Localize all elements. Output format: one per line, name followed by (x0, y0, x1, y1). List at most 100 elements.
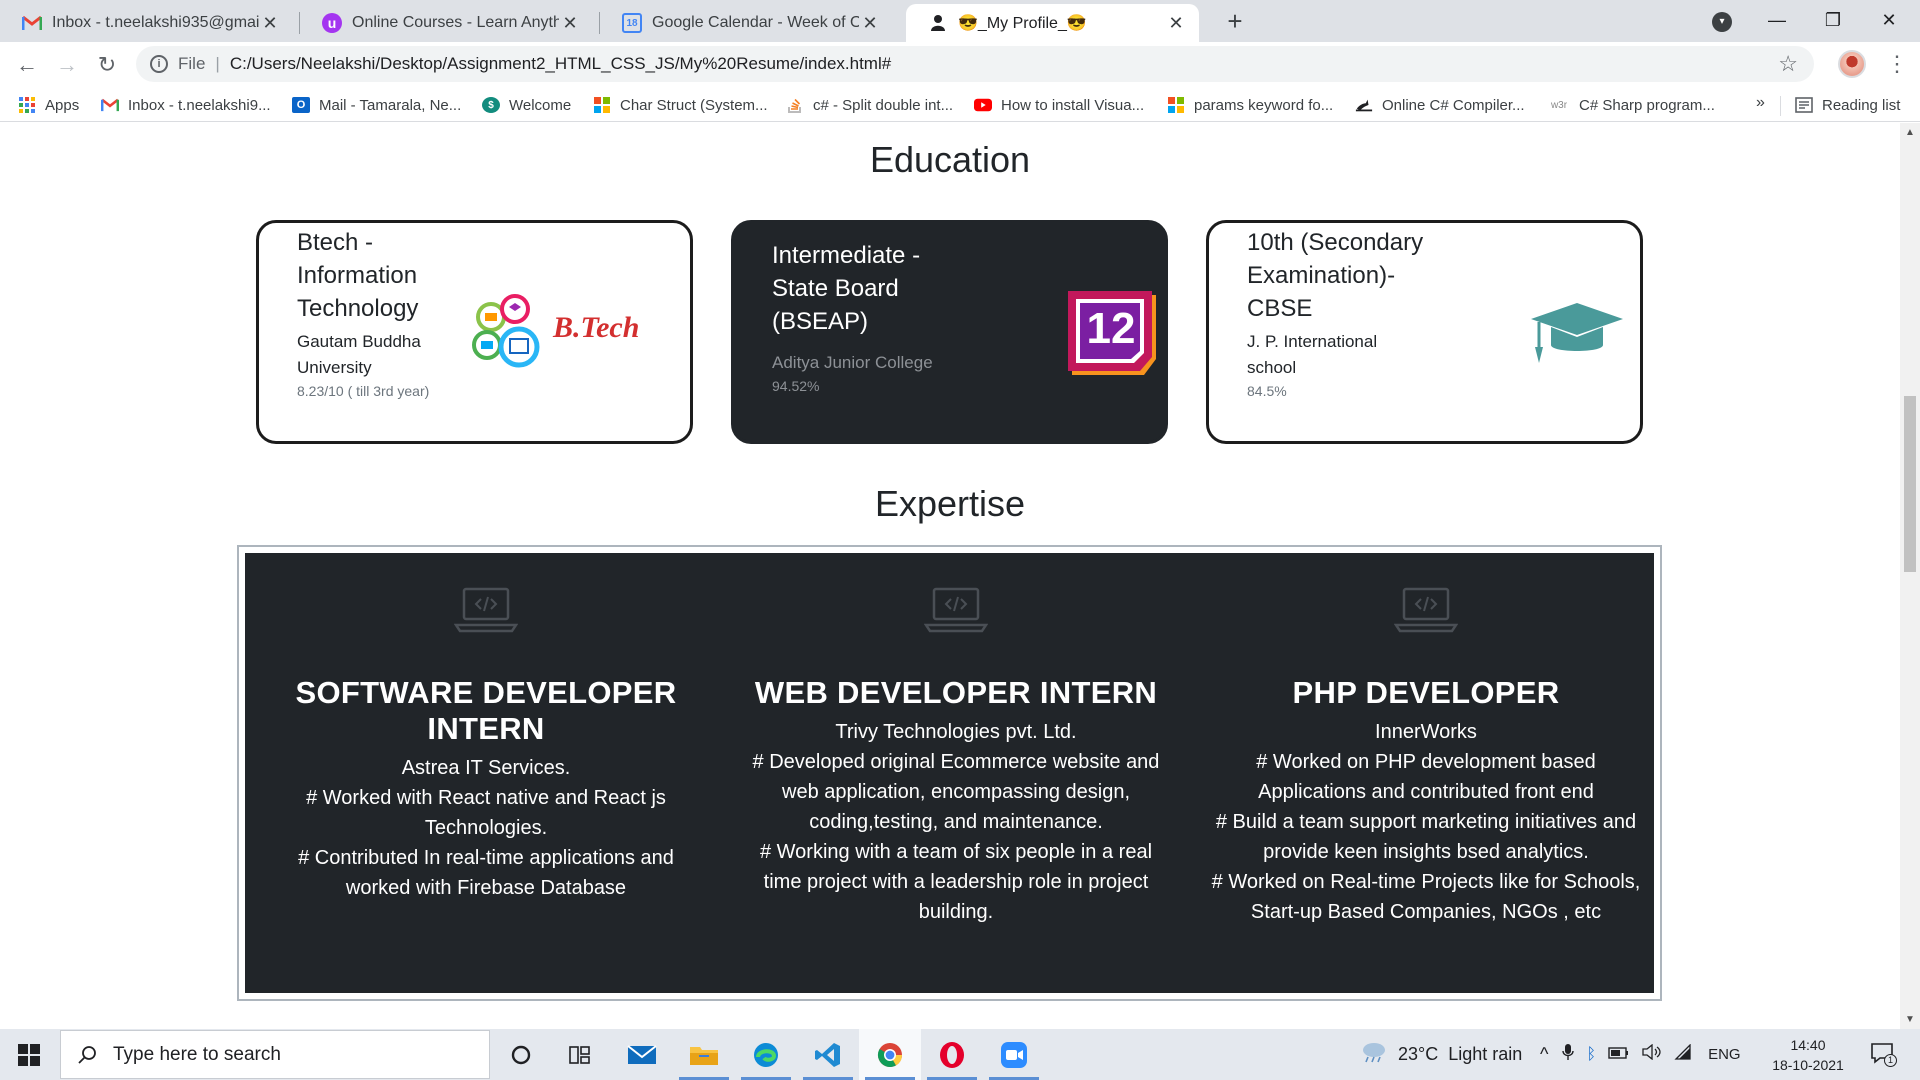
mail-app-icon[interactable] (611, 1029, 673, 1080)
windows-taskbar: Type here to search 23°C Light rain ^ ᛒ (0, 1029, 1920, 1080)
system-tray-icons: ^ ᛒ ENG (1540, 1029, 1741, 1080)
tab-calendar[interactable]: 18 Google Calendar - Week of Octob ✕ (600, 4, 893, 42)
laptop-code-icon (1393, 585, 1459, 635)
back-button[interactable]: ← (12, 50, 42, 80)
file-explorer-icon[interactable] (673, 1029, 735, 1080)
weather-text: 23°C Light rain (1398, 1044, 1523, 1064)
bookmark-params[interactable]: params keyword fo... (1167, 94, 1333, 116)
bookmark-mail[interactable]: O Mail - Tamarala, Ne... (292, 94, 461, 116)
gmail-icon (101, 97, 119, 113)
language-indicator[interactable]: ENG (1708, 1046, 1741, 1063)
windows-start-icon[interactable] (18, 1044, 40, 1066)
menu-kebab-icon[interactable]: ⋮ (1886, 50, 1908, 78)
reading-list-icon (1795, 97, 1813, 113)
bookmark-inbox[interactable]: Inbox - t.neelakshi9... (101, 94, 271, 116)
chrome-icon[interactable] (859, 1029, 921, 1080)
scrollbar-thumb[interactable] (1904, 396, 1916, 572)
expertise-point: # Developed original Ecommerce website a… (752, 751, 1160, 833)
notification-center-icon[interactable]: 1 (1870, 1041, 1897, 1067)
wifi-icon[interactable] (1674, 1043, 1692, 1065)
battery-icon[interactable] (1608, 1044, 1630, 1065)
expertise-description: InnerWorks # Worked on PHP development b… (1211, 717, 1641, 927)
tab-gmail[interactable]: Inbox - t.neelakshi935@gmail.co ✕ (0, 4, 293, 42)
bookmark-welcome[interactable]: $ Welcome (482, 94, 571, 116)
close-icon[interactable]: ✕ (1165, 13, 1187, 34)
laptop-code-icon (923, 585, 989, 635)
expertise-heading: Expertise (874, 483, 1026, 524)
tab-title: 😎_My Profile_😎 (958, 15, 1087, 32)
bookmark-stackoverflow[interactable]: c# - Split double int... (786, 94, 953, 116)
info-icon[interactable]: i (150, 55, 168, 73)
weather-widget[interactable]: 23°C Light rain (1360, 1029, 1522, 1080)
microsoft-icon (1167, 97, 1185, 113)
education-institution: Aditya Junior College (772, 353, 933, 372)
microphone-icon[interactable] (1562, 1043, 1575, 1066)
vscode-icon[interactable] (797, 1029, 859, 1080)
education-institution: J. P. International school (1247, 332, 1378, 377)
bookmarks-divider (1780, 96, 1781, 116)
profile-avatar[interactable] (1838, 50, 1866, 78)
bookmark-label: Inbox - t.neelakshi9... (128, 96, 271, 114)
expertise-panel-inner: SOFTWARE DEVELOPER INTERN Astrea IT Serv… (245, 553, 1654, 993)
minimize-button[interactable]: — (1750, 0, 1804, 42)
expertise-title: WEB DEVELOPER INTERN (754, 675, 1158, 710)
cortana-icon[interactable] (490, 1029, 552, 1080)
new-tab-button[interactable]: + (1222, 6, 1248, 36)
welcome-icon: $ (482, 97, 500, 113)
tab-title: Inbox - t.neelakshi935@gmail.co (52, 14, 259, 31)
education-institution: Gautam Buddha University (297, 332, 421, 377)
show-hidden-icons-chevron-icon[interactable]: ^ (1540, 1044, 1548, 1065)
browser-toolbar: ← → ↻ i File | C:/Users/Neelakshi/Deskto… (0, 42, 1920, 88)
w3resource-icon: w3r (1550, 99, 1568, 111)
opera-icon[interactable] (921, 1029, 983, 1080)
zoom-icon[interactable] (983, 1029, 1045, 1080)
bookmark-apps[interactable]: Apps (18, 94, 79, 116)
bookmark-label: Apps (45, 96, 80, 114)
youtube-icon (974, 97, 992, 113)
grade-12-badge-text: 12 (1086, 304, 1136, 353)
bookmark-label: How to install Visua... (1001, 96, 1145, 114)
weather-cloud-rain-icon (1360, 1041, 1388, 1068)
reading-list-button[interactable]: Reading list (1795, 94, 1900, 116)
bookmark-label: Char Struct (System... (620, 96, 768, 114)
tab-udemy[interactable]: u Online Courses - Learn Anything, ✕ (300, 4, 593, 42)
address-bar[interactable]: i File | C:/Users/Neelakshi/Desktop/Assi… (136, 46, 1814, 82)
laptop-code-icon (453, 585, 519, 635)
reload-button[interactable]: ↻ (92, 50, 122, 80)
bookmark-youtube[interactable]: How to install Visua... (974, 94, 1144, 116)
close-icon[interactable]: ✕ (559, 13, 581, 34)
expertise-description: Trivy Technologies pvt. Ltd. # Developed… (741, 717, 1171, 927)
bookmark-star-icon[interactable]: ☆ (1778, 51, 1798, 77)
restore-button[interactable]: ❐ (1806, 0, 1860, 42)
close-icon[interactable]: ✕ (859, 13, 881, 34)
forward-button[interactable]: → (52, 50, 82, 80)
address-divider: | (215, 54, 220, 73)
notification-count-badge: 1 (1884, 1054, 1897, 1067)
outlook-icon: O (292, 97, 310, 113)
expertise-point: # Worked on Real-time Projects like for … (1211, 871, 1641, 923)
compiler-icon (1355, 97, 1373, 113)
tab-search-icon[interactable]: ▾ (1712, 12, 1732, 32)
microsoft-icon (593, 97, 611, 113)
close-icon[interactable]: ✕ (259, 13, 281, 34)
page-scrollbar[interactable]: ▲ ▼ (1900, 123, 1920, 1029)
tab-my-profile[interactable]: 😎_My Profile_😎 ✕ (906, 4, 1199, 42)
bookmark-compiler[interactable]: Online C# Compiler... (1355, 94, 1525, 116)
bookmarks-overflow-button[interactable]: » (1756, 94, 1765, 112)
scroll-down-arrow-icon[interactable]: ▼ (1905, 1014, 1915, 1025)
edge-browser-icon[interactable] (735, 1029, 797, 1080)
scroll-up-arrow-icon[interactable]: ▲ (1905, 127, 1915, 138)
bluetooth-icon[interactable]: ᛒ (1586, 1046, 1596, 1064)
address-url[interactable]: C:/Users/Neelakshi/Desktop/Assignment2_H… (230, 54, 891, 74)
bookmark-label: params keyword fo... (1194, 96, 1334, 114)
taskbar-search-box[interactable]: Type here to search (60, 1030, 490, 1079)
close-window-button[interactable]: ✕ (1862, 0, 1916, 42)
taskbar-clock[interactable]: 14:40 18-10-2021 (1772, 1035, 1844, 1075)
task-view-icon[interactable] (549, 1029, 611, 1080)
clock-time: 14:40 (1790, 1037, 1826, 1053)
bookmark-w3resource[interactable]: w3r C# Sharp program... (1548, 94, 1715, 116)
bookmark-char-struct[interactable]: Char Struct (System... (593, 94, 768, 116)
gmail-icon (22, 13, 42, 33)
expertise-title: PHP DEVELOPER (1292, 675, 1560, 710)
volume-icon[interactable] (1642, 1043, 1662, 1065)
